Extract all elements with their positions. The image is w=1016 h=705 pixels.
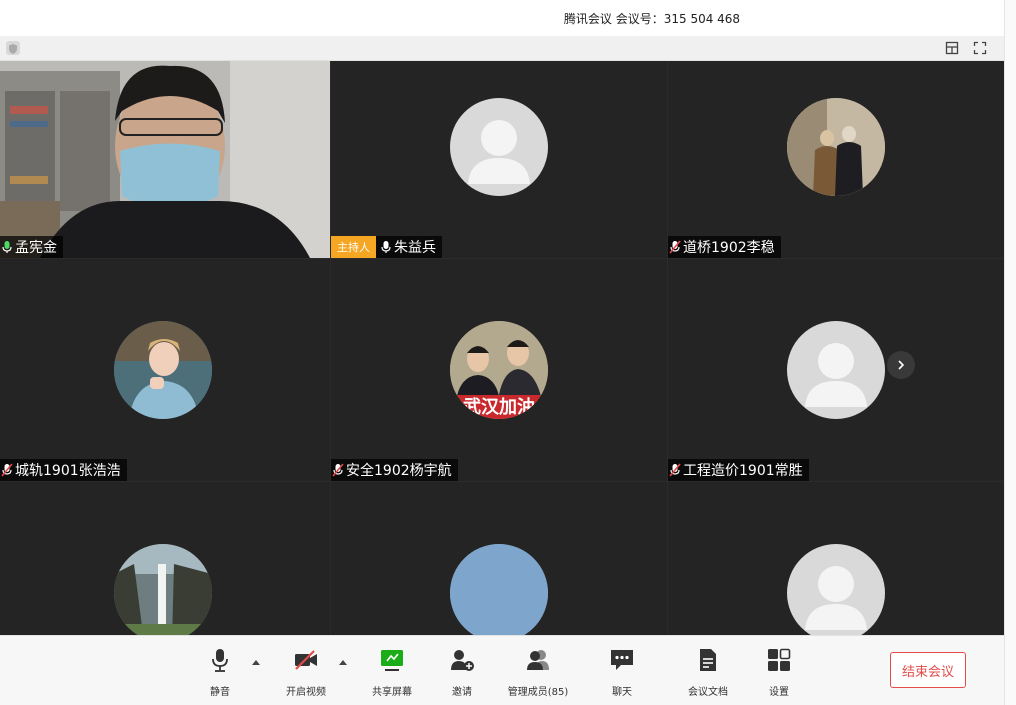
participant-tile[interactable]: 主持人 朱益兵 xyxy=(331,61,667,258)
microphone-icon xyxy=(206,646,234,674)
share-screen-button[interactable]: 共享屏幕 xyxy=(366,646,418,702)
settings-button[interactable]: 设置 xyxy=(761,646,797,702)
participant-tile[interactable]: 工程造价1901常胜 xyxy=(668,259,1004,481)
mic-on-icon xyxy=(379,239,393,255)
participant-name-tag: 孟宪金 xyxy=(0,236,63,258)
host-badge: 主持人 xyxy=(331,236,376,258)
participant-tile[interactable]: 城轨1901张浩浩 xyxy=(0,259,330,481)
mute-options-caret[interactable] xyxy=(251,658,261,666)
invite-user-icon xyxy=(448,646,476,674)
grid-settings-icon xyxy=(765,646,793,674)
participant-name: 朱益兵 xyxy=(394,240,436,256)
participant-tile[interactable]: 道桥1902李稳 xyxy=(668,61,1004,258)
participant-tile[interactable]: 孟宪金 xyxy=(0,61,330,258)
participant-tile[interactable] xyxy=(668,482,1004,635)
mic-muted-icon xyxy=(331,462,345,478)
photo-avatar xyxy=(114,321,212,419)
members-label: 管理成员(85) xyxy=(507,687,569,698)
chat-label: 聊天 xyxy=(612,687,632,698)
members-icon xyxy=(524,646,552,674)
window-edge xyxy=(1004,0,1016,705)
start-video-button[interactable]: 开启视频 xyxy=(280,646,332,702)
mic-muted-icon xyxy=(668,462,682,478)
mic-muted-icon xyxy=(0,462,14,478)
default-avatar-icon xyxy=(787,321,885,419)
title-bar: 腾讯会议 会议号：315 504 468 xyxy=(0,0,1004,36)
caret-up-icon xyxy=(339,660,347,665)
video-off-icon xyxy=(292,646,320,674)
next-page-button[interactable] xyxy=(887,351,915,379)
share-screen-icon xyxy=(378,646,406,674)
participant-name: 安全1902杨宇航 xyxy=(346,463,452,479)
avatar-caption: 武汉加油 xyxy=(463,396,535,418)
settings-label: 设置 xyxy=(769,687,789,698)
share-label: 共享屏幕 xyxy=(372,687,412,698)
manage-members-button[interactable]: 管理成员(85) xyxy=(505,646,571,702)
participant-name: 城轨1901张浩浩 xyxy=(15,463,121,479)
participant-name-tag: 工程造价1901常胜 xyxy=(668,459,809,481)
participant-name-tag: 主持人 朱益兵 xyxy=(331,236,442,258)
chevron-right-icon xyxy=(898,360,905,370)
docs-label: 会议文档 xyxy=(688,687,728,698)
chat-button[interactable]: 聊天 xyxy=(604,646,640,702)
participant-name: 孟宪金 xyxy=(15,240,57,256)
fullscreen-icon[interactable] xyxy=(970,39,990,57)
participant-tile[interactable] xyxy=(0,482,330,635)
video-grid: 孟宪金 主持人 朱益兵 道桥1902李稳 城轨1901张浩浩 武汉加油 安全19… xyxy=(0,61,1004,635)
participant-name: 道桥1902李稳 xyxy=(683,240,775,256)
mic-muted-icon xyxy=(668,239,682,255)
participant-name-tag: 安全1902杨宇航 xyxy=(331,459,458,481)
video-label: 开启视频 xyxy=(286,687,326,698)
invite-button[interactable]: 邀请 xyxy=(444,646,480,702)
photo-avatar xyxy=(114,544,212,635)
shield-icon[interactable] xyxy=(6,41,20,55)
meeting-toolbar: 静音 开启视频 共享屏幕 邀请 管理成员(85) 聊天 会议文档 设置 结束会议 xyxy=(0,635,1004,705)
default-avatar-icon xyxy=(787,544,885,635)
meeting-window: 腾讯会议 会议号：315 504 468 孟宪金 主持人 朱益兵 道桥1902李… xyxy=(0,0,1016,705)
layout-icon[interactable] xyxy=(942,39,962,57)
participant-name-tag: 城轨1901张浩浩 xyxy=(0,459,127,481)
document-icon xyxy=(694,646,722,674)
participant-name-tag: 道桥1902李稳 xyxy=(668,236,781,258)
end-meeting-button[interactable]: 结束会议 xyxy=(890,652,966,688)
meeting-docs-button[interactable]: 会议文档 xyxy=(682,646,734,702)
caret-up-icon xyxy=(252,660,260,665)
invite-label: 邀请 xyxy=(452,687,472,698)
camera-video-feed xyxy=(0,61,330,258)
participant-tile[interactable]: 武汉加油 安全1902杨宇航 xyxy=(331,259,667,481)
participant-tile[interactable] xyxy=(331,482,667,635)
meeting-subbar xyxy=(0,36,1004,61)
photo-avatar xyxy=(787,98,885,196)
photo-avatar xyxy=(450,544,548,635)
mic-on-icon xyxy=(0,239,14,255)
default-avatar-icon xyxy=(450,98,548,196)
mute-label: 静音 xyxy=(210,687,230,698)
photo-avatar: 武汉加油 xyxy=(450,321,548,419)
mute-button[interactable]: 静音 xyxy=(202,646,238,702)
chat-icon xyxy=(608,646,636,674)
video-options-caret[interactable] xyxy=(338,658,348,666)
participant-name: 工程造价1901常胜 xyxy=(683,463,803,479)
meeting-title: 腾讯会议 会议号：315 504 468 xyxy=(563,11,741,26)
